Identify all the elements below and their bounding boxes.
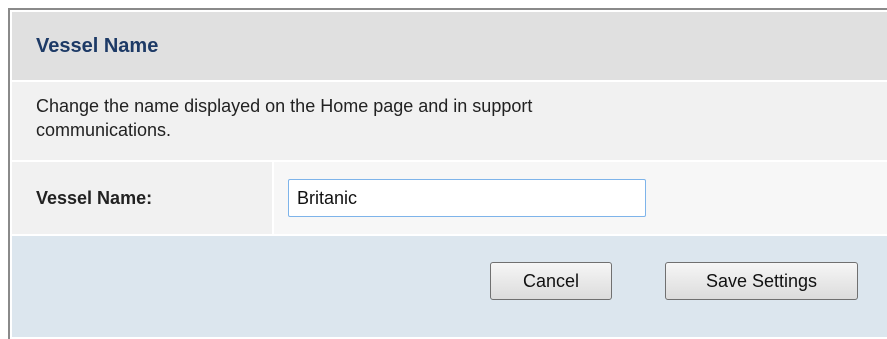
cancel-button[interactable]: Cancel (490, 262, 612, 300)
section-title: Vessel Name (36, 34, 159, 57)
save-settings-button[interactable]: Save Settings (665, 262, 858, 300)
vessel-name-label: Vessel Name: (12, 162, 272, 234)
section-description: Change the name displayed on the Home pa… (12, 80, 887, 160)
description-line-2: communications. (36, 120, 172, 140)
vessel-name-panel: Vessel Name Change the name displayed on… (12, 12, 887, 339)
section-header: Vessel Name (12, 12, 887, 80)
vessel-name-row: Vessel Name: (12, 160, 887, 234)
vessel-name-input[interactable] (288, 179, 646, 217)
actions-bar: Cancel Save Settings (12, 234, 887, 337)
description-line-1: Change the name displayed on the Home pa… (36, 96, 533, 116)
vessel-name-input-cell (272, 162, 887, 234)
